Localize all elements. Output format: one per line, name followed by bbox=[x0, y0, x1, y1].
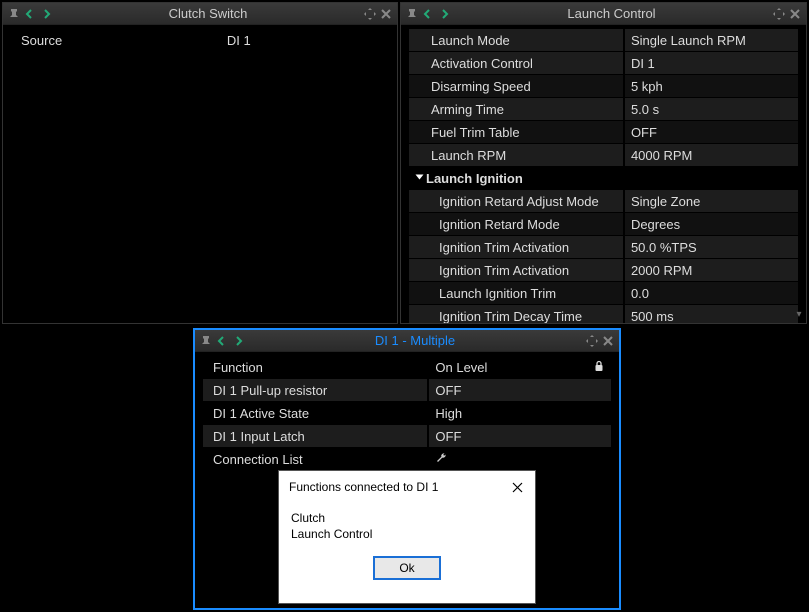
panel-title: Launch Control bbox=[451, 6, 772, 21]
wrench-icon[interactable] bbox=[435, 451, 449, 468]
property-row[interactable]: Ignition Retard Adjust ModeSingle Zone bbox=[409, 190, 798, 212]
property-row[interactable]: Ignition Trim Decay Time500 ms bbox=[409, 305, 798, 323]
titlebar: Clutch Switch bbox=[3, 3, 397, 25]
property-value[interactable]: 4000 RPM bbox=[625, 144, 798, 166]
nav-right-icon[interactable] bbox=[39, 7, 53, 21]
property-value[interactable] bbox=[429, 448, 611, 470]
property-label: Ignition Retard Mode bbox=[409, 213, 623, 235]
property-label: Launch Mode bbox=[409, 29, 623, 51]
property-label: Ignition Trim Activation bbox=[409, 236, 623, 258]
property-label: DI 1 Input Latch bbox=[203, 425, 427, 447]
close-icon[interactable] bbox=[601, 334, 615, 348]
close-icon[interactable] bbox=[379, 7, 393, 21]
property-value[interactable]: DI 1 bbox=[625, 52, 798, 74]
property-label: Activation Control bbox=[409, 52, 623, 74]
property-row[interactable]: DI 1 Pull-up resistorOFF bbox=[203, 379, 611, 401]
group-header[interactable]: Launch Ignition bbox=[409, 167, 798, 189]
group-label: Launch Ignition bbox=[426, 171, 523, 186]
property-label: Arming Time bbox=[409, 98, 623, 120]
property-value[interactable]: 500 ms bbox=[625, 305, 798, 323]
property-value[interactable]: High bbox=[429, 402, 611, 424]
pin-icon[interactable] bbox=[7, 7, 21, 21]
property-row[interactable]: Launch ModeSingle Launch RPM bbox=[409, 29, 798, 51]
property-label: Ignition Retard Adjust Mode bbox=[409, 190, 623, 212]
dialog-body: Clutch Launch Control bbox=[279, 501, 535, 546]
move-icon[interactable] bbox=[772, 7, 786, 21]
property-row[interactable]: DI 1 Input LatchOFF bbox=[203, 425, 611, 447]
dialog-line: Launch Control bbox=[291, 527, 523, 543]
property-row[interactable]: Arming Time5.0 s bbox=[409, 98, 798, 120]
nav-right-icon[interactable] bbox=[437, 7, 451, 21]
property-value[interactable]: OFF bbox=[429, 425, 611, 447]
nav-left-icon[interactable] bbox=[421, 7, 435, 21]
property-row[interactable]: Ignition Trim Activation50.0 %TPS bbox=[409, 236, 798, 258]
property-value[interactable]: DI 1 bbox=[221, 29, 389, 51]
panel-title: DI 1 - Multiple bbox=[245, 333, 585, 348]
scroll-down-icon[interactable]: ▾ bbox=[792, 307, 806, 321]
property-row[interactable]: Launch RPM4000 RPM bbox=[409, 144, 798, 166]
clutch-switch-panel: Clutch Switch Source DI 1 bbox=[2, 2, 398, 324]
property-row[interactable]: Ignition Trim Activation2000 RPM bbox=[409, 259, 798, 281]
nav-left-icon[interactable] bbox=[23, 7, 37, 21]
expand-icon[interactable] bbox=[416, 175, 424, 180]
property-value[interactable]: 0.0 bbox=[625, 282, 798, 304]
titlebar: Launch Control bbox=[401, 3, 806, 25]
close-icon[interactable] bbox=[788, 7, 802, 21]
lock-icon bbox=[593, 360, 605, 375]
property-label: Disarming Speed bbox=[409, 75, 623, 97]
property-row[interactable]: Connection List bbox=[203, 448, 611, 470]
property-row[interactable]: DI 1 Active StateHigh bbox=[203, 402, 611, 424]
property-row[interactable]: Function On Level bbox=[203, 356, 611, 378]
panel-title: Clutch Switch bbox=[53, 6, 363, 21]
functions-connected-dialog: Functions connected to DI 1 Clutch Launc… bbox=[278, 470, 536, 604]
property-value[interactable]: Single Launch RPM bbox=[625, 29, 798, 51]
launch-control-panel: Launch Control Launch ModeSingle Launch … bbox=[400, 2, 807, 324]
property-label: DI 1 Active State bbox=[203, 402, 427, 424]
property-row[interactable]: Source DI 1 bbox=[11, 29, 389, 51]
property-label: Fuel Trim Table bbox=[409, 121, 623, 143]
property-row[interactable]: Fuel Trim TableOFF bbox=[409, 121, 798, 143]
dialog-line: Clutch bbox=[291, 511, 523, 527]
close-icon[interactable] bbox=[507, 477, 527, 497]
property-label: Ignition Trim Decay Time bbox=[409, 305, 623, 323]
titlebar: DI 1 - Multiple bbox=[195, 330, 619, 352]
property-label: Launch Ignition Trim bbox=[409, 282, 623, 304]
property-label: Connection List bbox=[203, 448, 427, 470]
property-label: Ignition Trim Activation bbox=[409, 259, 623, 281]
property-row[interactable]: Activation ControlDI 1 bbox=[409, 52, 798, 74]
property-value[interactable]: 50.0 %TPS bbox=[625, 236, 798, 258]
nav-right-icon[interactable] bbox=[231, 334, 245, 348]
property-value[interactable]: 2000 RPM bbox=[625, 259, 798, 281]
property-label: DI 1 Pull-up resistor bbox=[203, 379, 427, 401]
property-value[interactable]: 5 kph bbox=[625, 75, 798, 97]
property-label: Source bbox=[11, 29, 219, 51]
property-row[interactable]: Launch Ignition Trim0.0 bbox=[409, 282, 798, 304]
property-value[interactable]: OFF bbox=[625, 121, 798, 143]
property-value[interactable]: 5.0 s bbox=[625, 98, 798, 120]
property-row[interactable]: Ignition Retard ModeDegrees bbox=[409, 213, 798, 235]
property-label: Function bbox=[203, 356, 427, 378]
ok-button[interactable]: Ok bbox=[373, 556, 440, 580]
move-icon[interactable] bbox=[585, 334, 599, 348]
move-icon[interactable] bbox=[363, 7, 377, 21]
dialog-title: Functions connected to DI 1 bbox=[289, 480, 438, 494]
nav-left-icon[interactable] bbox=[215, 334, 229, 348]
pin-icon[interactable] bbox=[199, 334, 213, 348]
property-value[interactable]: OFF bbox=[429, 379, 611, 401]
property-row[interactable]: Disarming Speed5 kph bbox=[409, 75, 798, 97]
pin-icon[interactable] bbox=[405, 7, 419, 21]
property-value[interactable]: Single Zone bbox=[625, 190, 798, 212]
property-value[interactable]: Degrees bbox=[625, 213, 798, 235]
property-label: Launch RPM bbox=[409, 144, 623, 166]
property-value[interactable]: On Level bbox=[429, 356, 611, 378]
